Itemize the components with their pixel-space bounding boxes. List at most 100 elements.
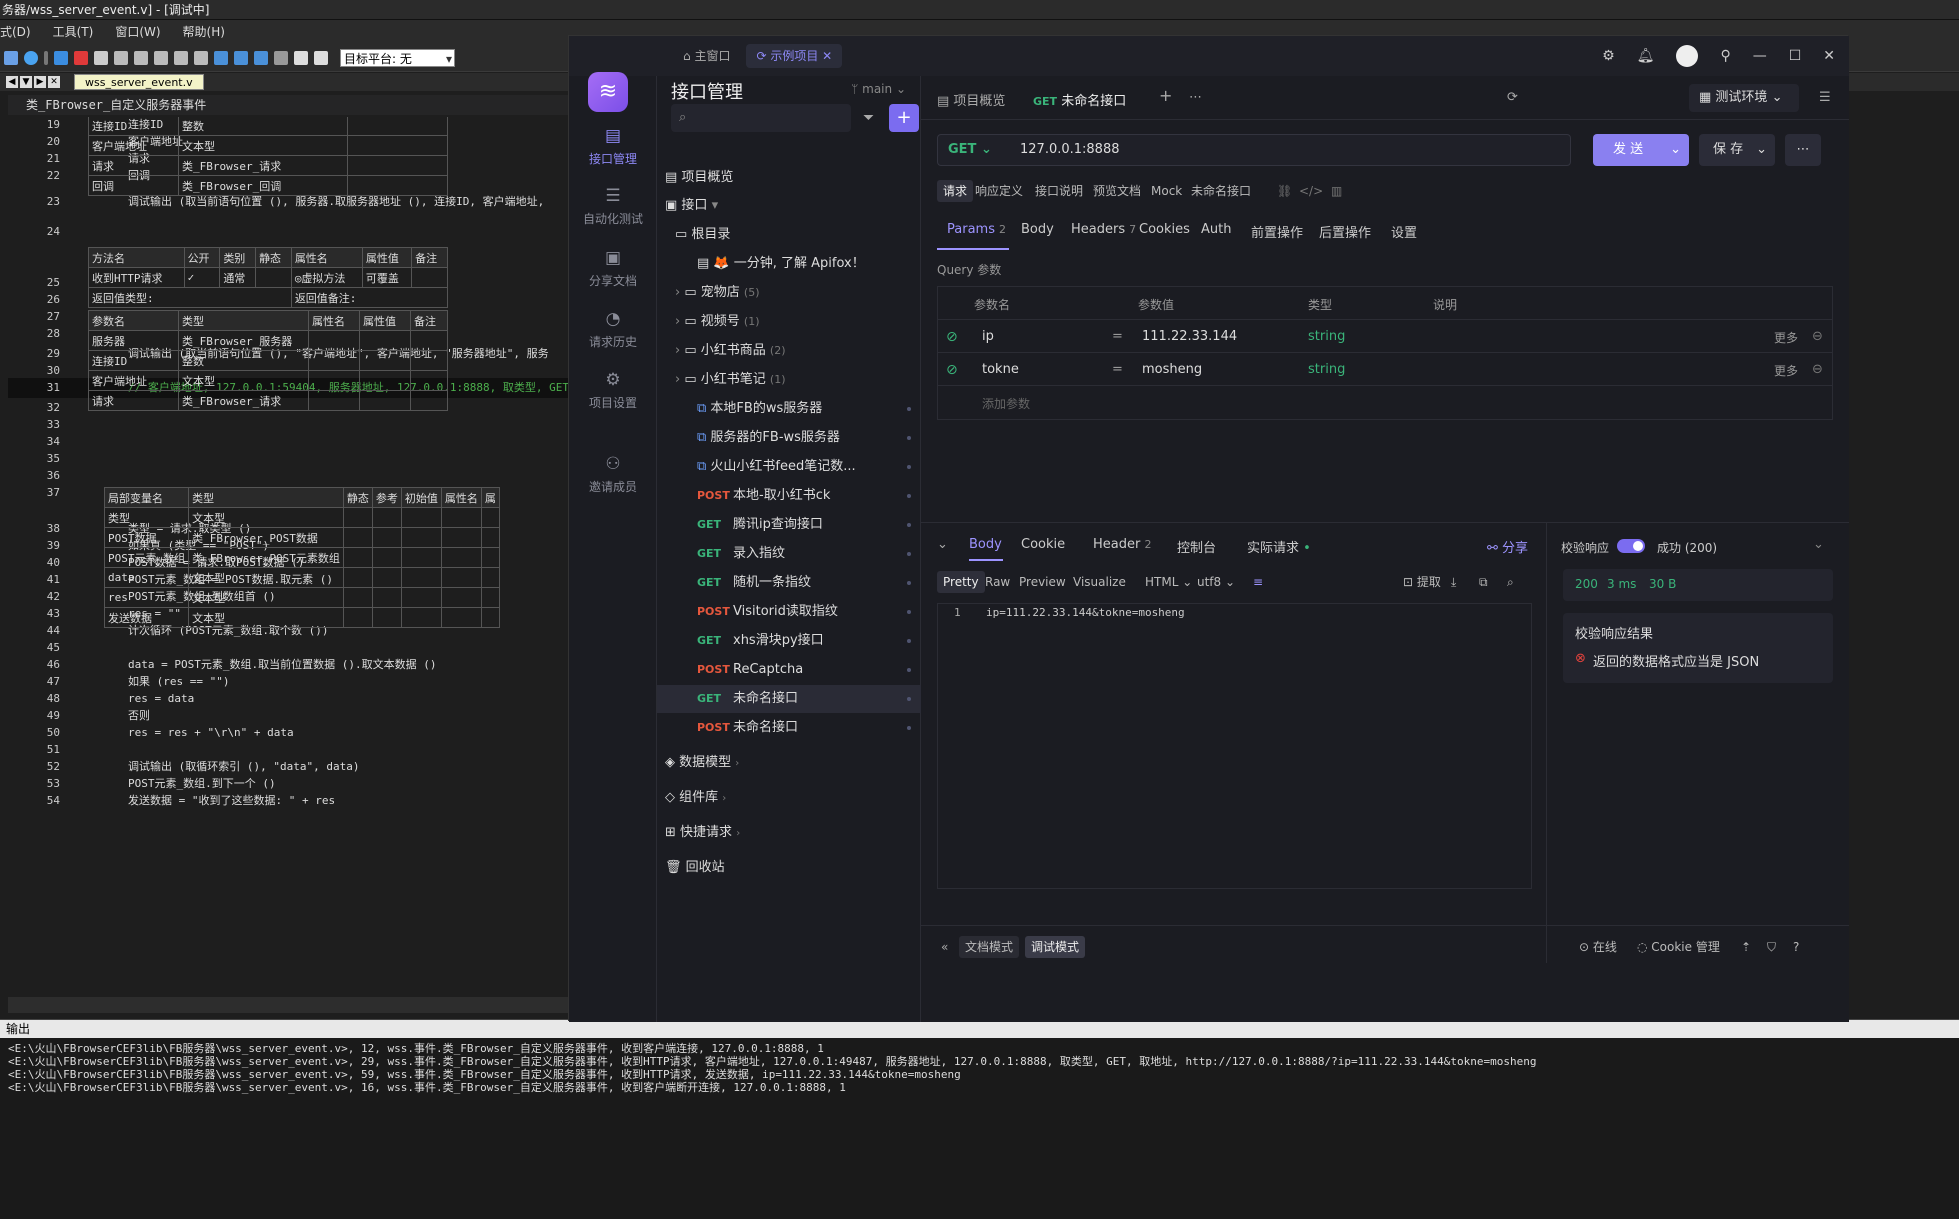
response-body[interactable]: 1 ip=111.22.33.144&tokne=mosheng [937,603,1532,889]
param-type[interactable]: string [1308,362,1345,377]
minimize-icon[interactable]: — [1753,48,1767,64]
pause-icon[interactable] [44,50,48,65]
rail-invite[interactable]: ⚇ 邀请成员 [569,454,657,495]
tree-item[interactable]: POST ReCaptcha [657,656,921,684]
send-button[interactable]: 发 送 ⌄ [1593,134,1689,166]
target-platform-select[interactable]: 目标平台: 无 [340,48,455,68]
url-input[interactable]: 127.0.0.1:8888 [1020,142,1120,157]
share-button[interactable]: ⚯ 分享 [1487,537,1528,556]
cookie-manager[interactable]: ◌ Cookie 管理 [1631,936,1726,958]
code-icon[interactable]: </> [1293,180,1329,202]
param-tab[interactable]: 后置操作 [1319,222,1371,241]
tree-api-folder[interactable]: ▣ 接口 ▾ [657,192,921,220]
new-tab-icon[interactable]: + [1159,86,1172,105]
wrap-icon[interactable]: ≡ [1247,571,1269,593]
resp-tab-header[interactable]: Header 2 [1093,537,1151,552]
encoding-select[interactable]: utf8 ⌄ [1191,571,1241,593]
api-name-label[interactable]: 未命名接口 [1185,180,1257,202]
chevron-down-icon[interactable]: ⌄ [1813,537,1824,552]
tree-item[interactable]: GET 未命名接口 [657,685,921,713]
resp-tab-body[interactable]: Body [969,537,1002,552]
more-link[interactable]: 更多 [1774,329,1798,346]
file-tab[interactable]: wss_server_event.v [74,74,204,90]
tree-item[interactable]: POST 本地-取小红书ck [657,482,921,510]
toolbar-icon[interactable] [4,50,18,65]
tree-bottom-item[interactable]: ◇ 组件库 › [657,784,921,812]
search-input[interactable]: ⌕ [671,104,851,132]
tree-overview[interactable]: ▤ 项目概览 [657,164,921,192]
tree-bottom-item[interactable]: ⊞ 快捷请求 › [657,819,921,847]
tree-bottom-item[interactable]: ◈ 数据模型 › [657,749,921,777]
param-tab[interactable]: 设置 [1391,222,1417,241]
code-line[interactable]: 24 [8,222,568,242]
more-link[interactable]: 更多 [1774,362,1798,379]
param-value[interactable]: mosheng [1142,362,1202,377]
upload-icon[interactable]: ⇡ [1735,936,1757,958]
subtab-response-def[interactable]: 响应定义 [969,180,1029,202]
gear-icon[interactable]: ⚙ [1602,48,1615,64]
add-button[interactable]: + [889,104,919,132]
maximize-icon[interactable]: ☐ [1789,48,1802,64]
tree-item[interactable]: GET 腾讯ip查询接口 [657,511,921,539]
refresh-icon[interactable]: ⟳ [1507,90,1518,105]
online-status[interactable]: ⊙ 在线 [1573,936,1623,958]
toolbar-icon[interactable] [314,50,328,65]
tree-item[interactable]: GET 随机一条指纹 [657,569,921,597]
code-editor[interactable]: 19 连接ID 20 客户端地址 21 请求 22 回调 23 调试输出 (取当前语句位置 (),… [8,117,568,997]
tab-down-icon[interactable]: ▼ [20,76,32,88]
step-into-icon[interactable] [134,50,148,65]
toolbar-icon[interactable] [194,50,208,65]
menu-help[interactable]: 帮助(H) [183,20,225,44]
shirt-icon[interactable]: ⛉ [1761,936,1782,958]
tree-item[interactable]: ⧉ 火山小红书feed笔记数... [657,453,921,481]
tree-item[interactable]: ▤ 🦊 一分钟, 了解 Apifox！ [657,250,921,278]
rail-api-management[interactable]: ▤ 接口管理 [569,126,657,167]
tree-item[interactable]: › ▭ 宠物店 (5) [657,279,921,307]
view-visualize[interactable]: Visualize [1067,571,1132,593]
remove-icon[interactable]: ⊖ [1812,362,1823,377]
editor-hscrollbar[interactable] [8,997,568,1013]
debug-mode-button[interactable]: 调试模式 [1025,936,1086,958]
tree-item[interactable]: › ▭ 小红书笔记 (1) [657,366,921,394]
copy-icon[interactable]: ⧉ [1473,571,1494,593]
filter-icon[interactable]: ⏷ [863,110,874,126]
toolbar-icon[interactable] [234,50,248,65]
param-value[interactable]: 111.22.33.144 [1142,329,1237,344]
collapse-left-icon[interactable]: « [935,936,954,958]
param-name[interactable]: ip [982,329,994,344]
param-tab[interactable]: Params 2 [947,222,1006,237]
tree-item[interactable]: ⧉ 服务器的FB-ws服务器 [657,424,921,452]
resp-tab-cookie[interactable]: Cookie [1021,537,1065,552]
help-icon[interactable]: ? [1787,936,1805,958]
param-tab[interactable]: Headers 7 [1071,222,1136,237]
download-icon[interactable]: ⤓ [1445,571,1462,593]
menu-debug[interactable]: 式(D) [0,20,31,44]
subtab-api-desc[interactable]: 接口说明 [1029,180,1089,202]
tab-project-overview[interactable]: ▤ 项目概览 [937,90,1005,109]
pin-icon[interactable]: ⚲ [1720,48,1730,64]
extract-button[interactable]: ⊡ 提取 [1397,571,1447,593]
rail-automation[interactable]: ☰ 自动化测试 [569,186,657,227]
rail-share-docs[interactable]: ▣ 分享文档 [569,248,657,289]
tab-right-icon[interactable]: ▶ [34,76,46,88]
run-icon[interactable] [54,50,68,65]
param-tab[interactable]: Body [1021,222,1054,237]
tab-unnamed-api[interactable]: GET 未命名接口 [1033,90,1126,109]
window-tab-project[interactable]: ⟳ 示例项目 ✕ [746,44,843,68]
close-window-icon[interactable]: ✕ [1823,48,1835,64]
menu-tools[interactable]: 工具(T) [53,20,94,44]
subtab-mock[interactable]: Mock [1145,180,1188,202]
validate-toggle[interactable] [1617,539,1645,553]
close-icon[interactable]: ✕ [822,49,832,63]
add-param-row[interactable]: 添加参数 [938,386,1832,419]
toolbar-icon[interactable] [94,50,108,65]
view-preview[interactable]: Preview [1013,571,1072,593]
param-type[interactable]: string [1308,329,1345,344]
tree-item[interactable]: GET 录入指纹 [657,540,921,568]
more-tabs-icon[interactable]: ⋯ [1189,90,1202,105]
tab-close-icon[interactable]: ✕ [48,76,60,88]
code-line[interactable]: 54 发送数据 = "收到了这些数据: " + res [8,791,568,811]
avatar[interactable] [1676,45,1699,67]
tree-item[interactable]: ⧉ 本地FB的ws服务器 [657,395,921,423]
rail-history[interactable]: ◔ 请求历史 [569,309,657,350]
